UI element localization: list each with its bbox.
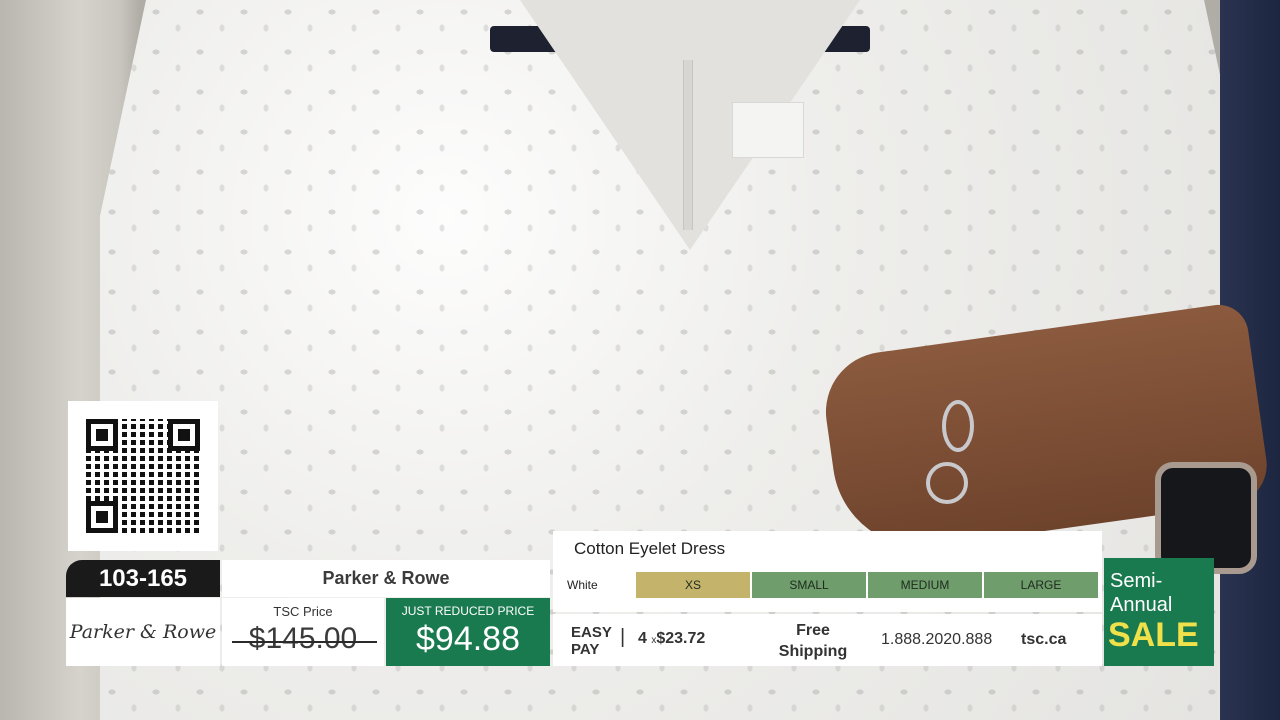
easy-pay-line2: PAY	[571, 641, 600, 658]
dress-zipper	[683, 60, 693, 230]
website-link[interactable]: tsc.ca	[1021, 631, 1066, 649]
reduced-price-label: JUST REDUCED PRICE	[401, 604, 535, 618]
dress-label-tag	[732, 102, 804, 158]
ring	[942, 400, 974, 452]
qr-finder-pattern	[168, 419, 200, 451]
free-shipping: Free Shipping	[758, 620, 868, 662]
size-options: XS SMALL MEDIUM LARGE	[636, 572, 1098, 598]
reduced-price-box: JUST REDUCED PRICE $94.88	[386, 598, 550, 666]
sale-line1: Semi-	[1110, 570, 1163, 592]
product-info-box: Cotton Eyelet Dress White XS SMALL MEDIU…	[553, 531, 1102, 612]
phone-number[interactable]: 1.888.2020.888	[881, 631, 992, 649]
ring	[926, 462, 968, 504]
payment-info-box: EASY PAY | 4 x$23.72 Free Shipping 1.888…	[553, 614, 1102, 666]
installments-amount: $23.72	[656, 630, 706, 647]
reduced-price-value: $94.88	[416, 620, 520, 658]
size-option-xs[interactable]: XS	[636, 572, 750, 598]
qr-finder-pattern	[86, 501, 118, 533]
size-option-small[interactable]: SMALL	[752, 572, 866, 598]
sale-line2: Annual	[1110, 594, 1173, 616]
sale-line3: SALE	[1108, 616, 1199, 654]
tsc-price-box: TSC Price $145.00	[222, 598, 384, 666]
color-label: White	[567, 578, 598, 592]
price-strikethrough	[232, 641, 377, 643]
qr-finder-pattern	[86, 419, 118, 451]
size-option-large[interactable]: LARGE	[984, 572, 1098, 598]
semi-annual-sale-badge: Semi- Annual SALE	[1104, 558, 1214, 666]
shipping-line2: Shipping	[778, 643, 848, 660]
tsc-price-value: $145.00	[248, 622, 358, 655]
shipping-line1: Free	[796, 622, 830, 639]
item-number: 103-165	[66, 560, 220, 597]
size-option-medium[interactable]: MEDIUM	[868, 572, 982, 598]
product-name: Cotton Eyelet Dress	[574, 539, 726, 558]
brand-logo: Parker & Rowe	[66, 598, 220, 666]
installments-count: 4	[638, 630, 647, 647]
tsc-price-label: TSC Price	[273, 604, 333, 619]
brand-name: Parker & Rowe	[222, 560, 550, 597]
installments: 4 x$23.72	[638, 630, 705, 648]
easy-pay-line1: EASY	[571, 624, 612, 641]
easy-pay-label: EASY PAY	[571, 624, 612, 658]
separator: |	[620, 626, 626, 648]
